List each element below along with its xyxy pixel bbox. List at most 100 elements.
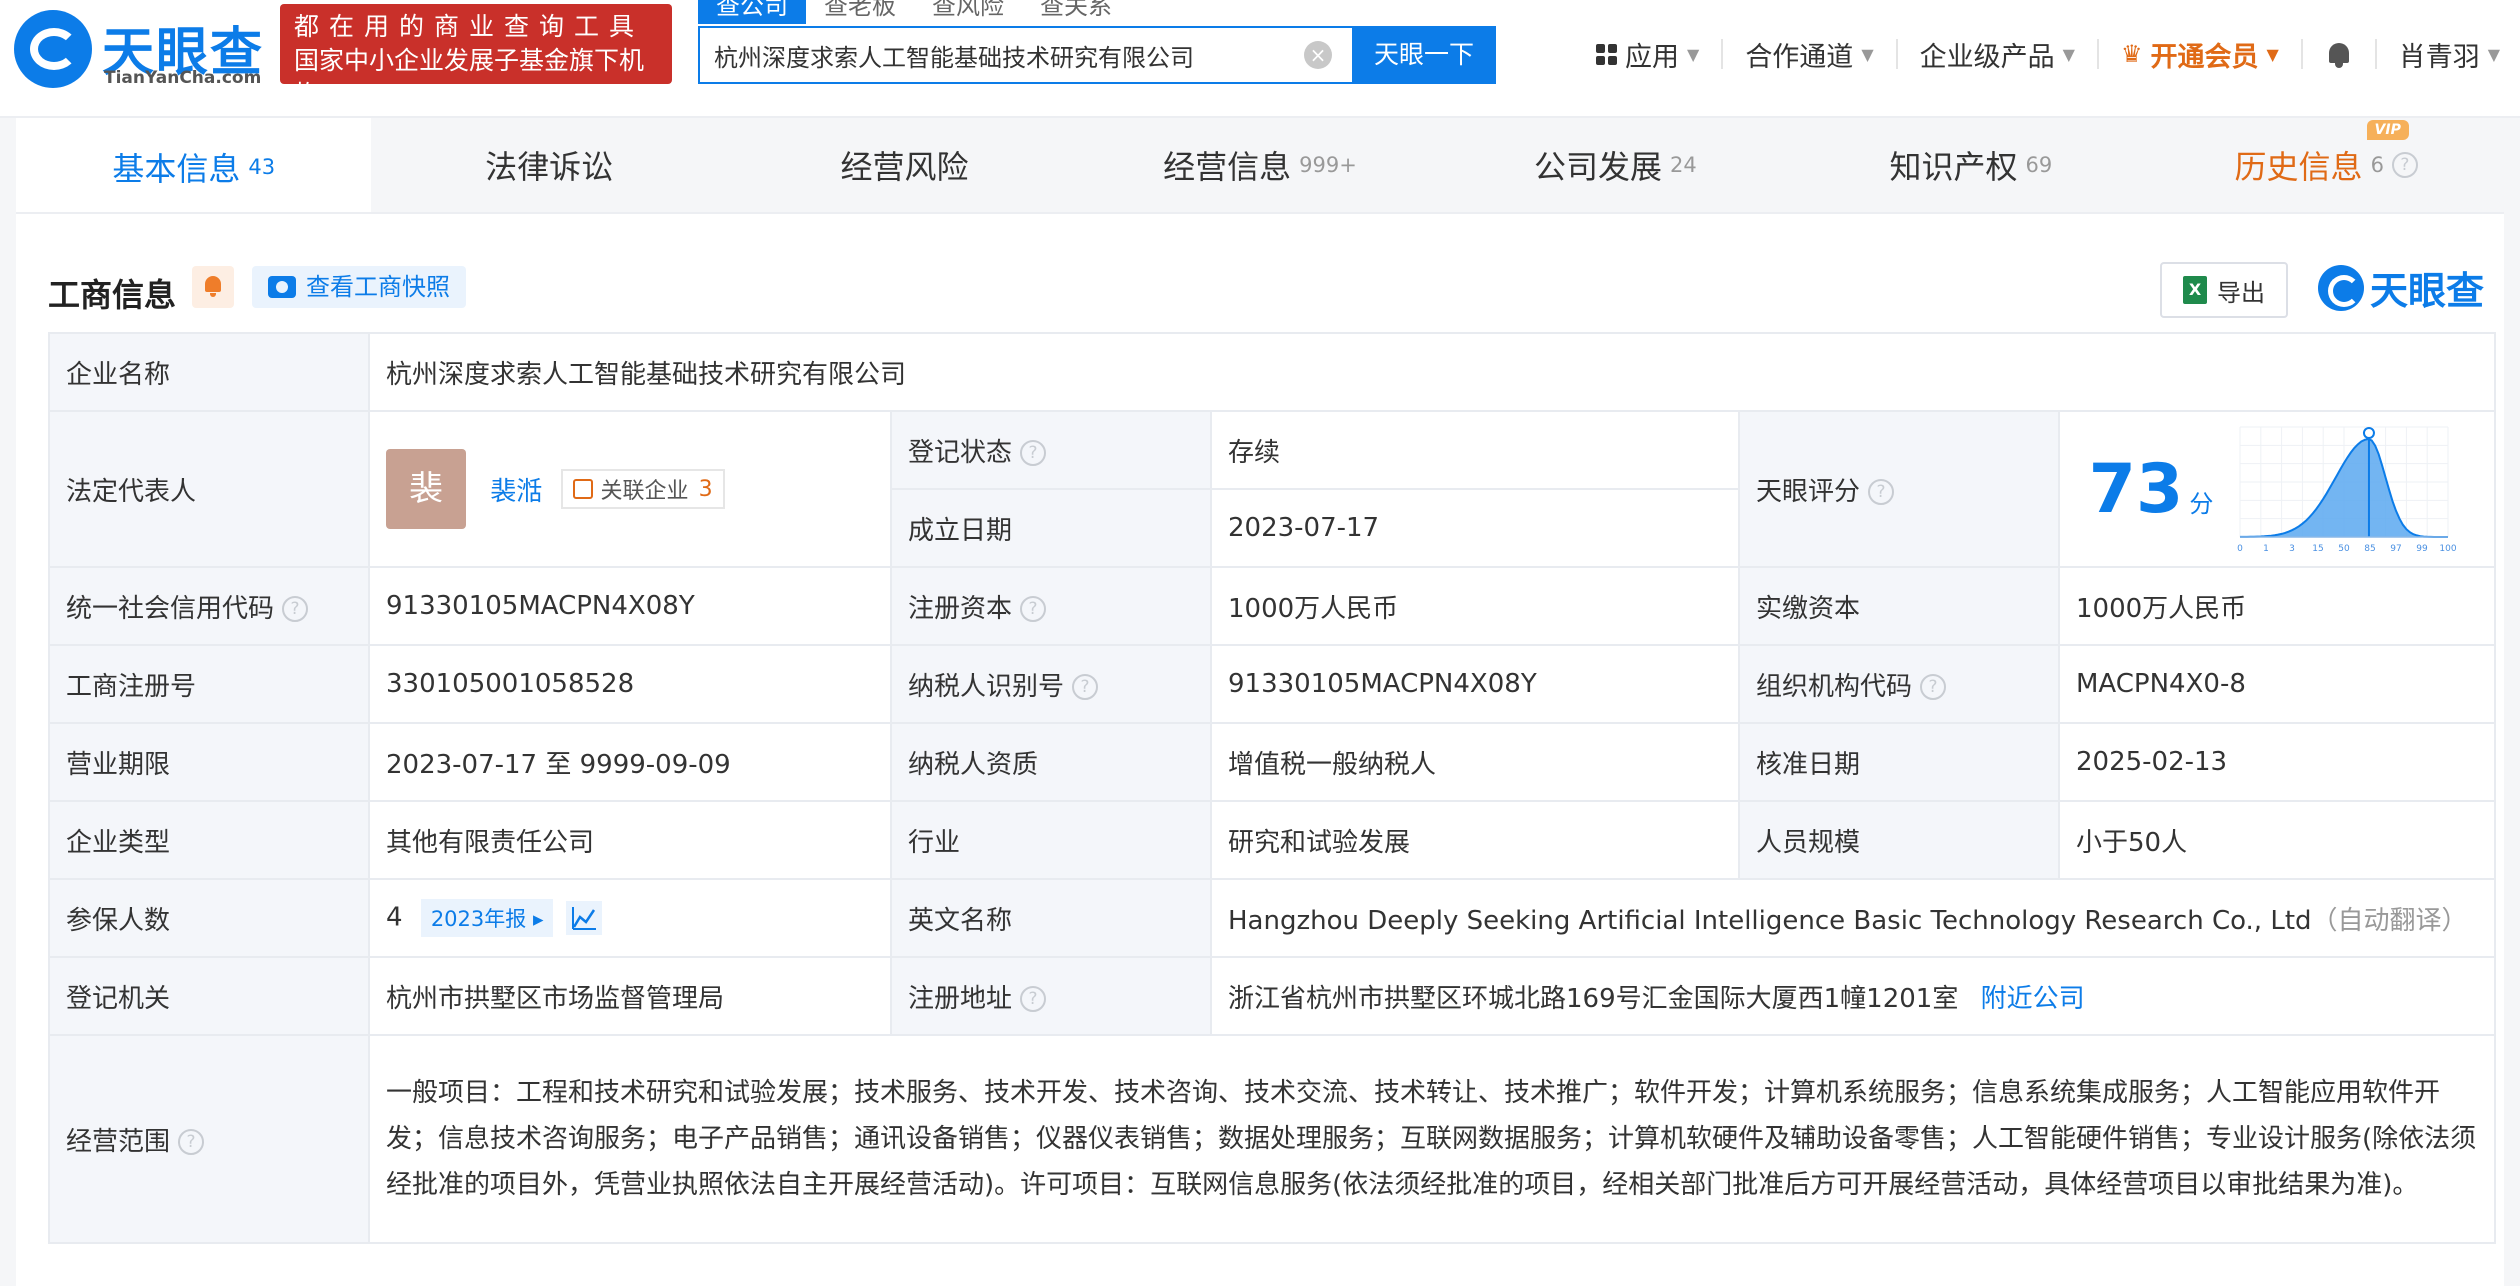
english-name-cell: Hangzhou Deeply Seeking Artificial Intel… bbox=[1209, 878, 2497, 958]
help-icon[interactable]: ? bbox=[1020, 596, 1047, 622]
export-label: 导出 bbox=[2217, 278, 2265, 307]
authority-value: 杭州市拱墅区市场监督管理局 bbox=[368, 956, 892, 1036]
legal-rep-cell: 裴 裴湉 关联企业 3 bbox=[368, 410, 892, 568]
help-icon[interactable]: ? bbox=[1072, 674, 1099, 700]
tab-operations[interactable]: 经营信息 999+ bbox=[1082, 118, 1437, 212]
cell-label: 天眼评分? bbox=[1738, 410, 2060, 568]
cell-label: 企业类型 bbox=[48, 800, 370, 880]
search-input[interactable] bbox=[700, 28, 1260, 82]
help-icon[interactable]: ? bbox=[1920, 674, 1947, 700]
logo-domain: TianYanCha.com bbox=[104, 68, 262, 88]
score-cell[interactable]: 73 分 0 1 3 15 50 85 97 99 100 bbox=[2057, 410, 2497, 568]
related-count: 3 bbox=[698, 476, 713, 502]
nav-partner[interactable]: 合作通道 ▼ bbox=[1735, 35, 1883, 74]
english-name-value: Hangzhou Deeply Seeking Artificial Intel… bbox=[1228, 905, 2312, 936]
search-box: × bbox=[698, 26, 1354, 84]
search-tab-relation[interactable]: 查关系 bbox=[1022, 0, 1130, 24]
cell-label: 登记机关 bbox=[48, 956, 370, 1036]
help-icon[interactable]: ? bbox=[178, 1129, 205, 1155]
section-tabs: 基本信息 43 法律诉讼 经营风险 经营信息 999+ 公司发展 24 知识产权… bbox=[16, 118, 2504, 214]
nav-divider bbox=[1895, 39, 1898, 69]
nav-apps[interactable]: 应用 ▼ bbox=[1586, 35, 1709, 74]
cell-label: 成立日期 bbox=[890, 488, 1212, 568]
business-info-table: 企业名称 杭州深度求索人工智能基础技术研究有限公司 法定代表人 裴 裴湉 关联企… bbox=[48, 332, 2497, 1244]
tab-basic-info[interactable]: 基本信息 43 bbox=[16, 118, 372, 212]
cell-label: 英文名称 bbox=[890, 878, 1212, 958]
tab-legal[interactable]: 法律诉讼 bbox=[371, 118, 726, 212]
annual-report-link[interactable]: 2023年报 ▸ bbox=[420, 899, 554, 937]
cell-label: 企业名称 bbox=[48, 332, 370, 412]
table-row: 参保人数 4 2023年报 ▸ 英文名称 Hangzhou Deeply See… bbox=[48, 878, 2497, 958]
score-value: 73 bbox=[2088, 449, 2184, 529]
address-value: 浙江省杭州市拱墅区环城北路169号汇金国际大厦西1幢1201室 bbox=[1228, 983, 1959, 1014]
tab-count: 43 bbox=[248, 155, 276, 179]
table-row: 营业期限 2023-07-17 至 9999-09-09 纳税人资质 增值税一般… bbox=[48, 722, 2497, 802]
staff-size-value: 小于50人 bbox=[2057, 800, 2497, 880]
nav-notifications[interactable] bbox=[2315, 39, 2363, 69]
help-icon[interactable]: ? bbox=[2391, 152, 2418, 178]
tick-label: 99 bbox=[2416, 544, 2428, 554]
logo-icon bbox=[14, 10, 92, 88]
trend-chart-icon[interactable] bbox=[565, 901, 602, 935]
snapshot-label: 查看工商快照 bbox=[306, 273, 450, 301]
tick-label: 0 bbox=[2237, 544, 2243, 554]
search-tab-boss[interactable]: 查老板 bbox=[806, 0, 914, 24]
relation-icon bbox=[572, 479, 593, 499]
tab-risk[interactable]: 经营风险 bbox=[727, 118, 1082, 212]
tick-label: 1 bbox=[2263, 544, 2269, 554]
top-nav: 应用 ▼ 合作通道 ▼ 企业级产品 ▼ ♛ 开通会员 ▼ 肖青羽 ▼ bbox=[1586, 30, 2510, 78]
section-title: 工商信息 bbox=[48, 276, 177, 314]
ad-banner[interactable]: 都在用的商业查询工具 国家中小企业发展子基金旗下机构 bbox=[280, 4, 672, 109]
tab-label: 知识产权 bbox=[1889, 148, 2018, 186]
avatar[interactable]: 裴 bbox=[386, 449, 466, 529]
nav-vip-label: 开通会员 bbox=[2150, 41, 2259, 73]
tab-count: 999+ bbox=[1299, 153, 1357, 177]
reg-no-value: 330105001058528 bbox=[368, 644, 892, 724]
tab-ip[interactable]: 知识产权 69 bbox=[1793, 118, 2148, 212]
camera-icon bbox=[268, 276, 296, 298]
nav-divider bbox=[2374, 39, 2377, 69]
search-tab-risk[interactable]: 查风险 bbox=[914, 0, 1022, 24]
org-code-value: MACPN4X0-8 bbox=[2057, 644, 2497, 724]
tick-label: 3 bbox=[2289, 544, 2295, 554]
help-icon[interactable]: ? bbox=[1868, 479, 1895, 505]
tab-development[interactable]: 公司发展 24 bbox=[1438, 118, 1793, 212]
search-tab-company[interactable]: 查公司 bbox=[698, 0, 806, 24]
help-icon[interactable]: ? bbox=[1020, 440, 1047, 466]
ad-line-2: 国家中小企业发展子基金旗下机构 bbox=[294, 46, 645, 109]
company-type-value: 其他有限责任公司 bbox=[368, 800, 892, 880]
tab-label: 基本信息 bbox=[112, 150, 241, 188]
taxpayer-id-value: 91330105MACPN4X08Y bbox=[1210, 644, 1740, 724]
caret-down-icon: ▼ bbox=[2062, 44, 2075, 64]
search-button[interactable]: 天眼一下 bbox=[1352, 26, 1496, 84]
excel-icon: X bbox=[2183, 276, 2207, 304]
subscribe-bell-icon[interactable] bbox=[192, 266, 234, 308]
top-header: 天眼查 TianYanCha.com 都在用的商业查询工具 国家中小企业发展子基… bbox=[0, 0, 2520, 118]
table-row: 企业类型 其他有限责任公司 行业 研究和试验发展 人员规模 小于50人 bbox=[48, 800, 2497, 880]
crown-icon: ♛ bbox=[2120, 40, 2143, 68]
cell-label: 营业期限 bbox=[48, 722, 370, 802]
insured-value: 4 bbox=[386, 902, 403, 933]
tick-label: 50 bbox=[2338, 544, 2350, 554]
tianyancha-logo[interactable]: 天眼查 TianYanCha.com bbox=[14, 8, 274, 88]
cell-label: 登记状态? bbox=[890, 410, 1212, 490]
help-icon[interactable]: ? bbox=[1020, 986, 1047, 1012]
related-companies-tag[interactable]: 关联企业 3 bbox=[560, 469, 725, 509]
nav-apps-label: 应用 bbox=[1625, 41, 1679, 73]
clear-icon[interactable]: × bbox=[1304, 41, 1332, 69]
help-icon[interactable]: ? bbox=[282, 596, 309, 622]
tab-count: 24 bbox=[1670, 153, 1697, 177]
cell-label: 注册资本? bbox=[890, 566, 1212, 646]
auto-translate-note: （自动翻译） bbox=[2311, 905, 2468, 936]
nav-vip[interactable]: ♛ 开通会员 ▼ bbox=[2111, 35, 2289, 74]
nav-user[interactable]: 肖青羽 ▼ bbox=[2389, 35, 2510, 74]
nav-enterprise[interactable]: 企业级产品 ▼ bbox=[1910, 35, 2085, 74]
nav-partner-label: 合作通道 bbox=[1745, 41, 1854, 73]
table-row: 企业名称 杭州深度求索人工智能基础技术研究有限公司 bbox=[48, 332, 2497, 412]
legal-rep-link[interactable]: 裴湉 bbox=[490, 477, 542, 507]
nearby-companies-link[interactable]: 附近公司 bbox=[1981, 984, 2085, 1014]
tab-history[interactable]: VIP 历史信息 6 ? bbox=[2149, 118, 2504, 212]
tick-label: 100 bbox=[2439, 544, 2456, 554]
snapshot-button[interactable]: 查看工商快照 bbox=[252, 266, 466, 308]
export-button[interactable]: X 导出 bbox=[2160, 262, 2288, 318]
